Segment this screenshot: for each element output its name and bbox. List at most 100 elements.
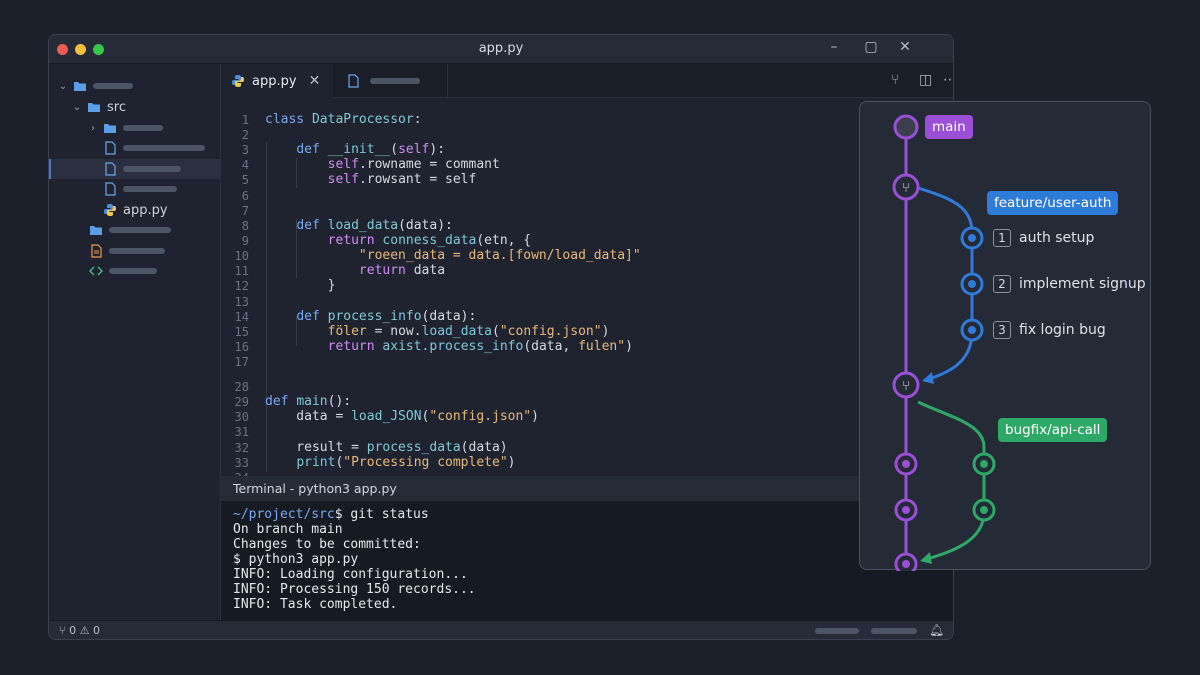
git-merge-icon: ⑂ <box>902 379 910 394</box>
commit-number: 1 <box>993 229 1011 247</box>
line-number: 30 <box>234 410 249 424</box>
tab-bar: app.py ✕ ⑂ ◫ ⋯ <box>221 64 953 98</box>
tree-item-file[interactable] <box>49 241 221 261</box>
tree-item-label-placeholder <box>123 186 177 192</box>
chevron-down-icon: ⌄ <box>58 80 68 92</box>
tree-item-folder[interactable]: › <box>49 118 221 138</box>
code-line[interactable]: "roeen_data = data.[fown/load_data]" <box>265 248 641 263</box>
document-icon <box>91 244 102 258</box>
more-actions-icon[interactable]: ⋯ <box>943 72 953 88</box>
status-item-placeholder[interactable] <box>871 628 917 634</box>
git-graph-panel: ⑂ ⑂ main feature/user-auth bugfix/api-ca… <box>859 101 1151 571</box>
line-number: 2 <box>241 128 249 142</box>
line-number: 14 <box>234 310 249 324</box>
line-number: 9 <box>241 234 249 248</box>
line-number: 15 <box>234 325 249 339</box>
bugfix-commit-dot <box>980 506 988 514</box>
tree-item-file[interactable] <box>49 138 221 158</box>
line-number: 29 <box>234 395 249 409</box>
chevron-right-icon: › <box>91 122 95 134</box>
code-line[interactable]: result = process_data(data) <box>265 440 507 455</box>
maximize-icon[interactable]: ▢ <box>861 39 881 55</box>
close-icon[interactable]: ✕ <box>895 39 915 55</box>
tree-item-src[interactable]: ⌄ src <box>49 97 221 117</box>
tree-item-folder[interactable] <box>49 220 221 240</box>
commit-message: fix login bug <box>1019 322 1106 338</box>
commit-row[interactable]: 2 implement signup <box>993 275 1146 293</box>
code-line[interactable]: return axist.process_info(data, fulen") <box>265 339 633 354</box>
close-tab-icon[interactable]: ✕ <box>309 73 321 89</box>
python-icon <box>232 75 244 87</box>
split-editor-icon[interactable]: ◫ <box>919 72 932 88</box>
line-number: 16 <box>234 340 249 354</box>
line-number: 33 <box>234 456 249 470</box>
file-icon <box>105 182 116 196</box>
tab-app-py[interactable]: app.py ✕ <box>221 64 333 98</box>
code-line[interactable]: def load_data(data): <box>265 218 453 233</box>
bugfix-commit-dot <box>980 460 988 468</box>
tree-item-label-placeholder <box>123 125 163 131</box>
terminal-line: Changes to be committed: <box>233 537 421 552</box>
tab-label-placeholder <box>370 78 420 84</box>
commit-number: 3 <box>993 321 1011 339</box>
line-number: 11 <box>234 264 249 278</box>
terminal-line: INFO: Processing 150 records... <box>233 582 476 597</box>
code-line[interactable]: self.rowsant = self <box>265 172 477 187</box>
terminal-line: $ python3 app.py <box>233 552 359 567</box>
tree-item-file-selected[interactable] <box>49 159 221 179</box>
code-editor[interactable]: 1 class DataProcessor: 2 3 def __init__(sel… <box>221 98 953 500</box>
code-line[interactable]: def __init__(self): <box>265 142 445 157</box>
tree-item-root[interactable]: ⌄ <box>49 76 221 96</box>
folder-open-icon <box>88 103 100 112</box>
line-number: 13 <box>234 295 249 309</box>
status-problems[interactable]: ⑂ 0 ⚠ 0 <box>59 624 100 637</box>
code-line[interactable]: def main(): <box>265 394 351 409</box>
bell-icon[interactable]: 🔔︎ <box>929 623 944 637</box>
head-commit-node[interactable] <box>893 114 919 140</box>
code-line[interactable]: föler = now.load_data("config.json") <box>265 324 610 339</box>
python-icon <box>104 204 116 216</box>
code-line[interactable]: print("Processing complete") <box>265 455 515 470</box>
chevron-down-icon: ⌄ <box>72 101 82 113</box>
tree-item-label-placeholder <box>123 145 205 151</box>
code-line[interactable]: class DataProcessor: <box>265 112 422 127</box>
code-line[interactable]: data = load_JSON("config.json") <box>265 409 539 424</box>
file-icon <box>105 162 116 176</box>
line-number: 10 <box>234 249 249 263</box>
editor-window: app.py – ▢ ✕ ⌄ ⌄ src › app.py app.py ✕ ⑂… <box>48 34 954 640</box>
code-line[interactable]: } <box>265 278 336 293</box>
folder-icon <box>90 226 102 235</box>
tree-item-app-py[interactable]: app.py <box>49 200 221 220</box>
tab-second-file[interactable] <box>334 64 448 98</box>
tree-item-label-placeholder <box>93 83 133 89</box>
commit-row[interactable]: 3 fix login bug <box>993 321 1106 339</box>
tree-item-label: src <box>107 99 126 115</box>
tree-item-label: app.py <box>123 202 168 218</box>
code-line[interactable]: self.rowname = commant <box>265 157 500 172</box>
branch-tag-feature[interactable]: feature/user-auth <box>987 191 1119 215</box>
branch-tag-bugfix[interactable]: bugfix/api-call <box>998 418 1108 442</box>
commit-message: implement signup <box>1019 276 1146 292</box>
folder-icon <box>104 124 116 133</box>
commit-row[interactable]: 1 auth setup <box>993 229 1094 247</box>
bugfix-branch-line <box>917 400 986 562</box>
code-line[interactable]: return conness_data(etn, { <box>265 233 532 248</box>
terminal-panel[interactable]: Terminal - python3 app.py ~/project/src$… <box>221 476 953 620</box>
code-line[interactable]: def process_info(data): <box>265 309 476 324</box>
terminal-line: INFO: Task completed. <box>233 597 398 612</box>
line-number: 4 <box>241 158 249 172</box>
merge-arrow-icon <box>922 372 934 384</box>
minimize-icon[interactable]: – <box>824 39 844 55</box>
source-control-icon[interactable]: ⑂ <box>891 72 899 88</box>
main-commit-dot <box>902 460 910 468</box>
main-commit-dot <box>902 560 910 568</box>
branch-tag-main[interactable]: main <box>925 115 973 139</box>
status-item-placeholder[interactable] <box>815 628 859 634</box>
code-line[interactable]: return data <box>265 263 445 278</box>
tree-item-file[interactable] <box>49 261 221 281</box>
terminal-prompt: ~/project/src$ git status <box>233 507 429 522</box>
main-commit-dot <box>902 506 910 514</box>
file-icon <box>348 74 359 88</box>
terminal-prompt-command: $ git status <box>334 507 429 522</box>
tree-item-file[interactable] <box>49 179 221 199</box>
